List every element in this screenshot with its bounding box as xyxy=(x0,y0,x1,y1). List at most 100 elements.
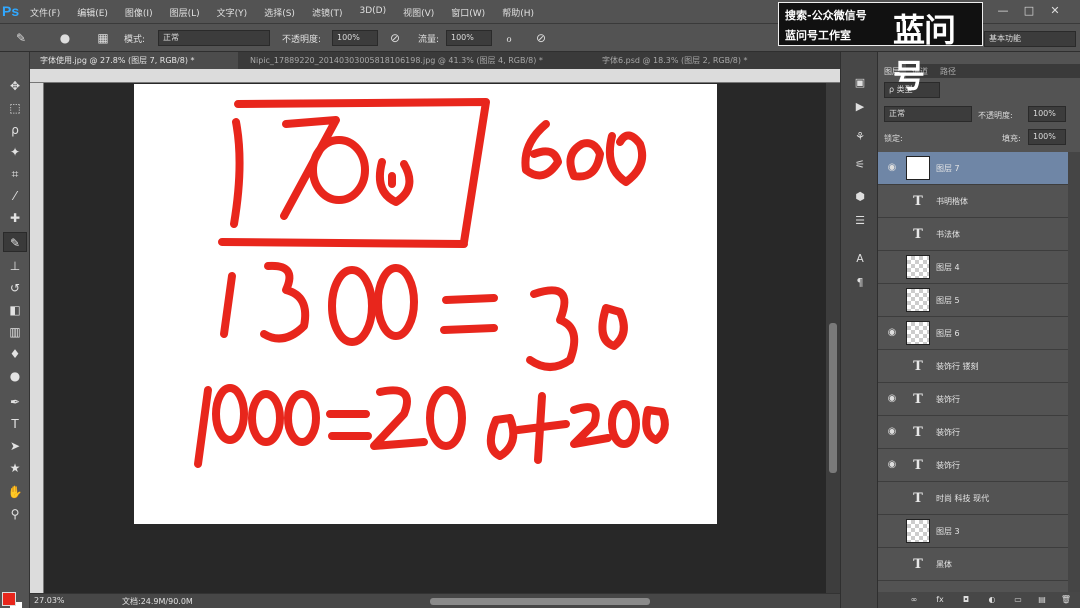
eyedropper-tool-icon[interactable]: ⁄ xyxy=(3,186,27,206)
flow-input[interactable]: 100% xyxy=(446,30,492,46)
blur-tool-icon[interactable]: ♦ xyxy=(3,344,27,364)
vertical-scroll-thumb[interactable] xyxy=(829,323,837,473)
workspace-select[interactable]: 基本功能 xyxy=(984,31,1076,47)
layer-row[interactable]: ◉ T 装饰行 xyxy=(878,416,1068,449)
layer-style-icon[interactable]: fx xyxy=(934,594,946,606)
path-select-tool-icon[interactable]: ➤ xyxy=(3,436,27,456)
layer-row[interactable]: T 黑体 xyxy=(878,548,1068,581)
adjustment-layer-icon[interactable]: ◐ xyxy=(986,594,998,606)
close-button[interactable]: ✕ xyxy=(1042,3,1068,19)
menu-item[interactable]: 视图(V) xyxy=(403,6,434,19)
menu-item[interactable]: 帮助(H) xyxy=(502,6,534,19)
document-canvas[interactable] xyxy=(134,84,717,524)
dodge-tool-icon[interactable]: ● xyxy=(3,366,27,386)
canvas-vertical-scrollbar[interactable] xyxy=(826,83,840,593)
brush-panel-icon[interactable]: ▦ xyxy=(94,29,112,47)
layer-opacity-label: 不透明度: xyxy=(978,111,1013,120)
menu-item[interactable]: 3D(D) xyxy=(359,6,386,19)
visibility-eye-icon[interactable]: ◉ xyxy=(886,394,898,404)
eraser-tool-icon[interactable]: ◧ xyxy=(3,300,27,320)
visibility-eye-icon[interactable] xyxy=(886,229,898,239)
delete-layer-icon[interactable]: 🗑 xyxy=(1060,594,1072,606)
history-brush-tool-icon[interactable]: ↺ xyxy=(3,278,27,298)
horizontal-scroll-thumb[interactable] xyxy=(430,598,650,605)
type-tool-icon[interactable]: T xyxy=(3,414,27,434)
layer-row[interactable]: 图层 5 xyxy=(878,284,1068,317)
maximize-button[interactable]: □ xyxy=(1016,3,1042,19)
shape-tool-icon[interactable]: ★ xyxy=(3,458,27,478)
menu-item[interactable]: 选择(S) xyxy=(264,6,295,19)
layer-row[interactable]: 图层 4 xyxy=(878,251,1068,284)
layer-row[interactable]: T 装饰行 镂刻 xyxy=(878,350,1068,383)
link-layers-icon[interactable]: ∞ xyxy=(908,594,920,606)
menu-item[interactable]: 文件(F) xyxy=(30,6,60,19)
visibility-eye-icon[interactable] xyxy=(886,361,898,371)
layer-row[interactable]: T 书法体 xyxy=(878,218,1068,251)
fill-input[interactable]: 100% xyxy=(1028,129,1066,145)
pressure-opacity-icon[interactable]: ⊘ xyxy=(386,29,404,47)
tab-document-1[interactable]: 字体使用.jpg @ 27.8% (图层 7, RGB/8) * xyxy=(30,52,238,69)
layer-row[interactable]: 图层 3 xyxy=(878,515,1068,548)
visibility-eye-icon[interactable]: ◉ xyxy=(886,427,898,437)
gradient-tool-icon[interactable]: ▥ xyxy=(3,322,27,342)
opacity-input[interactable]: 100% xyxy=(332,30,378,46)
tab-document-2[interactable]: Nipic_17889220_20140303005818106198.jpg … xyxy=(240,52,590,69)
layer-row[interactable]: T 时尚 科技 现代 xyxy=(878,482,1068,515)
brush-tool-icon[interactable]: ✎ xyxy=(3,232,27,252)
layer-mask-icon[interactable]: ◘ xyxy=(960,594,972,606)
visibility-eye-icon[interactable] xyxy=(886,262,898,272)
menu-item[interactable]: 图像(I) xyxy=(125,6,153,19)
play-action-icon[interactable]: ▶ xyxy=(850,98,870,116)
new-group-icon[interactable]: ▭ xyxy=(1012,594,1024,606)
visibility-eye-icon[interactable] xyxy=(886,493,898,503)
tab-document-3[interactable]: 字体6.psd @ 18.3% (图层 2, RGB/8) * xyxy=(592,52,802,69)
visibility-eye-icon[interactable] xyxy=(886,559,898,569)
hand-tool-icon[interactable]: ✋ xyxy=(3,482,27,502)
move-tool-icon[interactable]: ✥ xyxy=(3,76,27,96)
blend-mode-select[interactable]: 正常 xyxy=(884,106,972,122)
stamp-tool-icon[interactable]: ⊥ xyxy=(3,256,27,276)
visibility-eye-icon[interactable]: ◉ xyxy=(886,163,898,173)
layer-row[interactable]: ◉ T 装饰行 xyxy=(878,449,1068,482)
canvas-area[interactable] xyxy=(44,83,826,593)
menu-item[interactable]: 文字(Y) xyxy=(217,6,248,19)
character-panel-icon[interactable]: A xyxy=(850,250,870,268)
adjustments-panel-icon[interactable]: ⚟ xyxy=(850,156,870,174)
visibility-eye-icon[interactable]: ◉ xyxy=(886,328,898,338)
zoom-level[interactable]: 27.03% xyxy=(34,596,65,605)
layer-row[interactable]: T 书明楷体 xyxy=(878,185,1068,218)
foreground-color-swatch[interactable] xyxy=(2,592,16,606)
brush-preset-icon[interactable]: ✎ xyxy=(12,29,30,47)
minimize-button[interactable]: — xyxy=(990,3,1016,19)
layer-row[interactable]: ◉ T 装饰行 xyxy=(878,383,1068,416)
properties-panel-icon[interactable]: ☰ xyxy=(850,212,870,230)
layer-row[interactable]: ◉ 图层 7 xyxy=(878,152,1068,185)
layers-scrollbar[interactable] xyxy=(1068,152,1080,598)
paragraph-panel-icon[interactable]: ¶ xyxy=(850,274,870,292)
menu-item[interactable]: 滤镜(T) xyxy=(312,6,343,19)
pen-tool-icon[interactable]: ✒ xyxy=(3,392,27,412)
visibility-eye-icon[interactable] xyxy=(886,196,898,206)
healing-tool-icon[interactable]: ✚ xyxy=(3,208,27,228)
pressure-size-icon[interactable]: ⊘ xyxy=(532,29,550,47)
menu-item[interactable]: 图层(L) xyxy=(170,6,200,19)
3d-panel-icon[interactable]: ⬢ xyxy=(850,188,870,206)
crop-tool-icon[interactable]: ⌗ xyxy=(3,164,27,184)
brush-panel-icon-2[interactable]: ⚘ xyxy=(850,128,870,146)
layer-opacity-input[interactable]: 100% xyxy=(1028,106,1066,122)
visibility-eye-icon[interactable] xyxy=(886,295,898,305)
visibility-eye-icon[interactable]: ◉ xyxy=(886,460,898,470)
new-layer-icon[interactable]: ▤ xyxy=(1036,594,1048,606)
mode-select[interactable]: 正常 xyxy=(158,30,270,46)
zoom-tool-icon[interactable]: ⚲ xyxy=(3,504,27,524)
layer-row[interactable]: ◉ 图层 6 xyxy=(878,317,1068,350)
brush-size-icon[interactable]: ● xyxy=(56,29,74,47)
history-panel-icon[interactable]: ▣ xyxy=(850,74,870,92)
airbrush-icon[interactable]: ℴ xyxy=(500,29,518,47)
lasso-tool-icon[interactable]: ρ xyxy=(3,120,27,140)
menu-item[interactable]: 窗口(W) xyxy=(451,6,485,19)
menu-item[interactable]: 编辑(E) xyxy=(77,6,108,19)
marquee-tool-icon[interactable]: ⬚ xyxy=(3,98,27,118)
visibility-eye-icon[interactable] xyxy=(886,526,898,536)
quick-select-tool-icon[interactable]: ✦ xyxy=(3,142,27,162)
